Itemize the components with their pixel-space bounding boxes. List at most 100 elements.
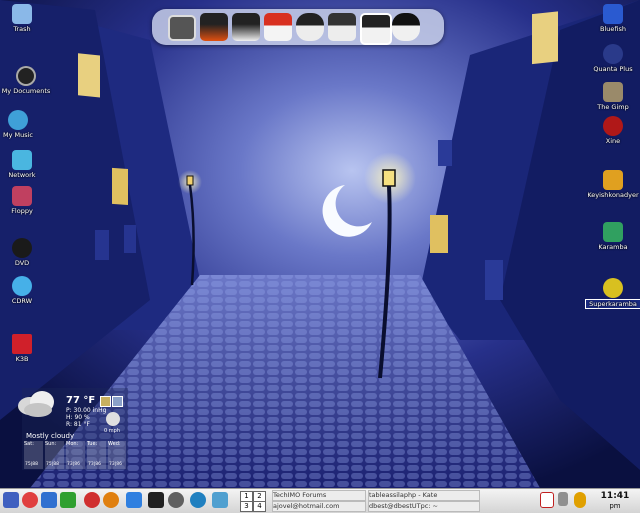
clock-ampm: pm: [609, 502, 621, 510]
forecast-day-label: Wed:: [108, 441, 121, 447]
forecast-day: Sat: 75|88: [24, 441, 43, 469]
desktop-icon-quanta-plus[interactable]: Quanta Plus: [585, 44, 640, 73]
desktop-icon-keyishkonadyer[interactable]: Keyishkonadyer: [585, 170, 640, 199]
desktop-icon-label: DVD: [14, 259, 30, 267]
tux-mail-icon[interactable]: [360, 13, 392, 45]
forecast-temps: 75|88: [25, 462, 38, 467]
forecast-day: Tue: 73|86: [87, 441, 106, 469]
top-dock: [152, 9, 444, 45]
desktop-icon-trash[interactable]: Trash: [0, 4, 50, 33]
clock-time: 11:41: [600, 491, 630, 501]
clock[interactable]: 11:41 pm: [592, 491, 638, 511]
desktop-icon-k3b[interactable]: K3B: [0, 334, 50, 363]
desktop-icon-cdrw[interactable]: CDRW: [0, 276, 50, 305]
desktop-icon-label: Quanta Plus: [593, 65, 633, 73]
folder-icon[interactable]: [126, 492, 142, 508]
star-icon[interactable]: [60, 492, 76, 508]
task-terminal[interactable]: dbest@dbestUTpc: ~: [368, 501, 480, 512]
desktop-icon-label: My Documents: [1, 87, 51, 95]
bluefish-icon: [603, 4, 623, 24]
settings-icon[interactable]: [100, 396, 111, 407]
quanta-icon: [603, 44, 623, 64]
desktop-icon-my-music[interactable]: My Music: [0, 110, 46, 139]
desktop-icon-label: Floppy: [11, 207, 33, 215]
tux-fire-icon[interactable]: [200, 13, 228, 41]
weather-humidity: H: 90 %: [66, 414, 90, 421]
taskbar: 1 2 3 4 TechIMO Forums tableassilaphp - …: [0, 488, 640, 513]
forecast-day: Sun: 75|88: [45, 441, 64, 469]
weather-feels: R: 81 °F: [66, 421, 90, 428]
forecast-day-label: Mon:: [66, 441, 79, 447]
dvd-icon: [12, 238, 32, 258]
forecast-temps: 73|86: [109, 462, 122, 467]
weather-pressure: P: 30.00 inHg: [66, 407, 107, 414]
documents-icon: [16, 66, 36, 86]
karamba-icon: [603, 222, 623, 242]
tux-editor-icon[interactable]: [232, 13, 260, 41]
calendar-icon[interactable]: [540, 492, 554, 508]
desktop-icon-label: Keyishkonadyer: [587, 191, 639, 199]
desktop-icon-label: Superkaramba: [585, 299, 640, 309]
weather-temperature: 77 °F: [66, 395, 96, 406]
forecast-day-label: Sun:: [45, 441, 57, 447]
desktop-icon-floppy[interactable]: Floppy: [0, 186, 50, 215]
desktop-icon-bluefish[interactable]: Bluefish: [585, 4, 640, 33]
globe-icon[interactable]: [190, 492, 206, 508]
desktop-icon-superkaramba[interactable]: Superkaramba: [585, 278, 640, 309]
weather-condition: Mostly cloudy: [26, 432, 75, 440]
bug-icon[interactable]: [84, 492, 100, 508]
lifebuoy-icon[interactable]: [22, 492, 38, 508]
task-techimo-forums[interactable]: TechIMO Forums: [272, 490, 366, 501]
trash-icon: [12, 4, 32, 24]
desktop-3[interactable]: 3: [240, 501, 253, 512]
forecast-temps: 75|88: [46, 462, 59, 467]
forecast-day-label: Tue:: [87, 441, 98, 447]
desktop-icon-my-documents[interactable]: My Documents: [0, 66, 54, 95]
desktop-icon-karamba[interactable]: Karamba: [585, 222, 640, 251]
cloud-icon: [18, 391, 54, 417]
desktop-icon-xine[interactable]: Xine: [585, 116, 640, 145]
forecast-temps: 73|86: [67, 462, 80, 467]
home-icon[interactable]: [264, 13, 292, 41]
monitor-icon[interactable]: [168, 15, 196, 41]
orange-icon[interactable]: [103, 492, 119, 508]
xine-icon: [603, 116, 623, 136]
forecast-temps: 73|86: [88, 462, 101, 467]
terminal-icon[interactable]: [148, 492, 164, 508]
desktop-icon-the-gimp[interactable]: The Gimp: [585, 82, 640, 111]
tray-icon[interactable]: [558, 492, 568, 506]
desktop-icon-network[interactable]: Network: [0, 150, 50, 179]
weather-widget: 77 °F P: 30.00 inHg H: 90 % R: 81 °F 0 m…: [18, 388, 128, 470]
desktop-icon-label: Network: [8, 171, 36, 179]
desktop-icon-label: Xine: [605, 137, 621, 145]
k-menu-icon[interactable]: [3, 492, 19, 508]
chat-icon[interactable]: [212, 492, 228, 508]
tux-search-icon[interactable]: [392, 13, 420, 41]
desktop-icon-label: Karamba: [598, 243, 628, 251]
task-mail[interactable]: ajovel@hotmail.com: [272, 501, 366, 512]
tools-icon[interactable]: [41, 492, 57, 508]
desktop-icon-label: Trash: [13, 25, 31, 33]
task-kate[interactable]: tableassilaphp - Kate: [368, 490, 480, 501]
desktop-icon-label: The Gimp: [597, 103, 629, 111]
forecast-day: Mon: 73|86: [66, 441, 85, 469]
speaker-icon[interactable]: [168, 492, 184, 508]
tux-camera-icon[interactable]: [328, 13, 356, 41]
keyboard-icon: [603, 170, 623, 190]
desktop-4[interactable]: 4: [253, 501, 266, 512]
forecast-day-label: Sat:: [24, 441, 34, 447]
tux-chat-icon[interactable]: [296, 13, 324, 41]
desktop-icon-label: My Music: [2, 131, 33, 139]
network-icon: [12, 150, 32, 170]
desktop-icon-label: K3B: [15, 355, 29, 363]
user-icon[interactable]: [574, 492, 586, 508]
cdrw-icon: [12, 276, 32, 296]
desktop-icon-label: CDRW: [11, 297, 33, 305]
refresh-icon[interactable]: [112, 396, 123, 407]
wind-gauge-icon: [106, 412, 120, 426]
superkaramba-icon: [603, 278, 623, 298]
desktop-icon-dvd[interactable]: DVD: [0, 238, 50, 267]
forecast-row: Sat: 75|88 Sun: 75|88 Mon: 73|86 Tue: 73…: [24, 441, 126, 469]
floppy-icon: [12, 186, 32, 206]
gimp-icon: [603, 82, 623, 102]
